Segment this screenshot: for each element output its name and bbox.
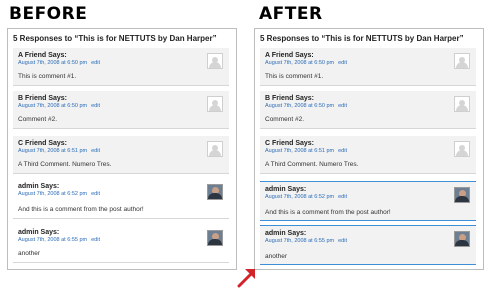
comment-date-link[interactable]: August 7th, 2008 at 6:50 pm (265, 60, 334, 66)
comment-text: This is comment #1. (18, 73, 77, 80)
comment-author: C Friend Says: (265, 140, 315, 147)
edit-link[interactable]: edit (338, 194, 347, 200)
comment-meta: August 7th, 2008 at 6:51 pm edit (265, 148, 347, 154)
author-photo-avatar-icon (207, 184, 223, 200)
author-highlighted-comment: admin Says: August 7th, 2008 at 6:52 pm e… (260, 181, 476, 221)
comment-text: And this is a comment from the post auth… (18, 206, 144, 213)
comment-item: admin Says: August 7th, 2008 at 6:55 pm e… (13, 225, 229, 263)
comment-meta: August 7th, 2008 at 6:50 pm edit (265, 103, 347, 109)
comment-text: A Third Comment. Numero Tres. (265, 161, 359, 168)
comment-text: another (18, 250, 41, 257)
default-avatar-icon (454, 141, 470, 157)
responses-title: 5 Responses to “This is for NETTUTS by D… (260, 34, 464, 43)
comment-author: B Friend Says: (18, 95, 68, 102)
comment-text: A Third Comment. Numero Tres. (18, 161, 112, 168)
comment-item: B Friend Says: August 7th, 2008 at 6:50 … (260, 91, 476, 129)
comment-date-link[interactable]: August 7th, 2008 at 6:51 pm (18, 148, 87, 154)
default-avatar-icon (454, 96, 470, 112)
before-comments-panel: 5 Responses to “This is for NETTUTS by D… (7, 28, 237, 270)
comment-date-link[interactable]: August 7th, 2008 at 6:55 pm (265, 238, 334, 244)
comment-text: another (265, 253, 288, 260)
default-avatar-icon (207, 53, 223, 69)
comment-text: Comment #2. (265, 116, 305, 123)
comment-date-link[interactable]: August 7th, 2008 at 6:50 pm (18, 60, 87, 66)
author-photo-avatar-icon (207, 230, 223, 246)
comment-meta: August 7th, 2008 at 6:50 pm edit (265, 60, 347, 66)
comment-date-link[interactable]: August 7th, 2008 at 6:50 pm (18, 103, 87, 109)
edit-link[interactable]: edit (338, 148, 347, 154)
edit-link[interactable]: edit (338, 103, 347, 109)
red-arrow-icon (237, 269, 255, 288)
comment-author: admin Says: (18, 183, 60, 190)
comment-item: A Friend Says: August 7th, 2008 at 6:50 … (260, 48, 476, 86)
edit-link[interactable]: edit (91, 60, 100, 66)
edit-link[interactable]: edit (91, 237, 100, 243)
comment-text: And this is a comment from the post auth… (265, 209, 391, 216)
comment-meta: August 7th, 2008 at 6:50 pm edit (18, 103, 100, 109)
after-heading: AFTER (259, 4, 323, 24)
comment-author: A Friend Says: (18, 52, 67, 59)
comment-text: This is comment #1. (265, 73, 324, 80)
responses-title: 5 Responses to “This is for NETTUTS by D… (13, 34, 217, 43)
comment-meta: August 7th, 2008 at 6:55 pm edit (18, 237, 100, 243)
comment-item: C Friend Says: August 7th, 2008 at 6:51 … (13, 136, 229, 174)
comment-author: admin Says: (265, 186, 307, 193)
comment-meta: August 7th, 2008 at 6:51 pm edit (18, 148, 100, 154)
comment-item: A Friend Says: August 7th, 2008 at 6:50 … (13, 48, 229, 86)
comment-date-link[interactable]: August 7th, 2008 at 6:50 pm (265, 103, 334, 109)
edit-link[interactable]: edit (91, 191, 100, 197)
comment-meta: August 7th, 2008 at 6:50 pm edit (18, 60, 100, 66)
comment-date-link[interactable]: August 7th, 2008 at 6:52 pm (265, 194, 334, 200)
comment-meta: August 7th, 2008 at 6:52 pm edit (18, 191, 100, 197)
comment-date-link[interactable]: August 7th, 2008 at 6:51 pm (265, 148, 334, 154)
author-highlighted-comment: admin Says: August 7th, 2008 at 6:55 pm e… (260, 225, 476, 265)
edit-link[interactable]: edit (91, 103, 100, 109)
comment-item: admin Says: August 7th, 2008 at 6:52 pm e… (13, 179, 229, 219)
comment-item: C Friend Says: August 7th, 2008 at 6:51 … (260, 136, 476, 174)
edit-link[interactable]: edit (338, 238, 347, 244)
author-photo-avatar-icon (454, 187, 470, 203)
comment-author: C Friend Says: (18, 140, 68, 147)
comment-text: Comment #2. (18, 116, 58, 123)
comment-date-link[interactable]: August 7th, 2008 at 6:55 pm (18, 237, 87, 243)
before-heading: BEFORE (9, 4, 88, 24)
comment-author: admin Says: (265, 230, 307, 237)
comment-meta: August 7th, 2008 at 6:55 pm edit (265, 238, 347, 244)
comment-item: B Friend Says: August 7th, 2008 at 6:50 … (13, 91, 229, 129)
default-avatar-icon (207, 96, 223, 112)
edit-link[interactable]: edit (91, 148, 100, 154)
comment-meta: August 7th, 2008 at 6:52 pm edit (265, 194, 347, 200)
default-avatar-icon (207, 141, 223, 157)
comment-author: B Friend Says: (265, 95, 315, 102)
comment-date-link[interactable]: August 7th, 2008 at 6:52 pm (18, 191, 87, 197)
edit-link[interactable]: edit (338, 60, 347, 66)
author-photo-avatar-icon (454, 231, 470, 247)
after-comments-panel: 5 Responses to “This is for NETTUTS by D… (254, 28, 484, 270)
default-avatar-icon (454, 53, 470, 69)
comparison-image: BEFORE AFTER 5 Responses to “This is for… (0, 0, 500, 300)
comment-author: A Friend Says: (265, 52, 314, 59)
comment-author: admin Says: (18, 229, 60, 236)
